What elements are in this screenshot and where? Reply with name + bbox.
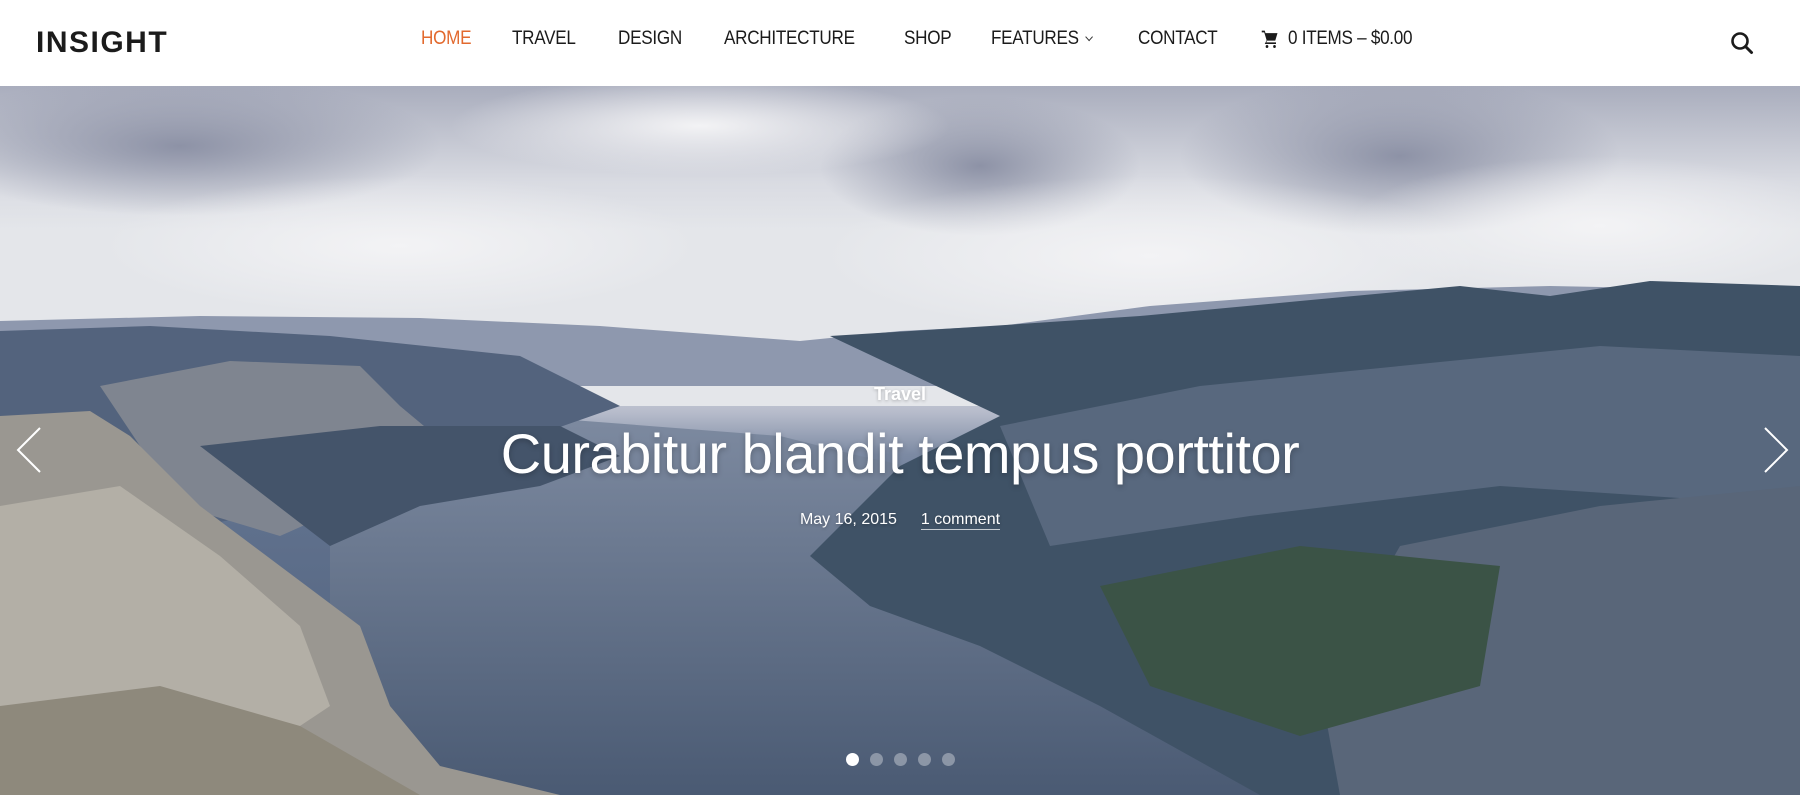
post-title[interactable]: Curabitur blandit tempus porttitor <box>0 421 1800 486</box>
nav-contact[interactable]: CONTACT <box>1138 28 1218 50</box>
hero-slider: Travel Curabitur blandit tempus porttito… <box>0 86 1800 795</box>
slide-dot-2[interactable] <box>869 753 883 766</box>
slide-content: Travel Curabitur blandit tempus porttito… <box>0 86 1800 795</box>
nav-travel[interactable]: TRAVEL <box>512 28 576 50</box>
site-header: INSIGHT HOME TRAVEL DESIGN ARCHITECTURE … <box>0 0 1800 86</box>
cart-icon <box>1262 30 1278 48</box>
slider-pagination <box>0 753 1800 766</box>
nav-home[interactable]: HOME <box>421 28 472 50</box>
next-slide-button[interactable] <box>1755 416 1795 476</box>
nav-features-label: FEATURES <box>991 28 1080 49</box>
search-icon <box>1731 32 1753 54</box>
post-meta: May 16, 2015 1 comment <box>0 511 1800 530</box>
chevron-down-icon <box>1085 32 1093 42</box>
slide-dot-4[interactable] <box>917 753 931 766</box>
search-button[interactable] <box>1729 30 1755 56</box>
cart-label: 0 ITEMS – $0.00 <box>1288 28 1413 49</box>
post-category: Travel <box>0 384 1800 405</box>
chevron-right-icon <box>1764 427 1789 473</box>
comments-link[interactable]: 1 comment <box>920 511 1001 530</box>
prev-slide-button[interactable] <box>10 416 50 476</box>
nav-architecture[interactable]: ARCHITECTURE <box>724 28 855 50</box>
post-date: May 16, 2015 <box>799 511 897 528</box>
nav-design[interactable]: DESIGN <box>618 28 682 50</box>
category-link[interactable]: Travel <box>874 384 926 404</box>
slide-dot-5[interactable] <box>941 753 955 766</box>
slide-dot-3[interactable] <box>893 753 907 766</box>
nav-shop[interactable]: SHOP <box>904 28 952 50</box>
chevron-left-icon <box>16 427 41 473</box>
cart-link[interactable]: 0 ITEMS – $0.00 <box>1261 28 1413 50</box>
nav-features[interactable]: FEATURES <box>991 28 1093 50</box>
slide-dot-1[interactable] <box>845 753 859 766</box>
main-nav: HOME TRAVEL DESIGN ARCHITECTURE SHOP FEA… <box>421 28 1464 50</box>
site-logo[interactable]: INSIGHT <box>36 26 168 60</box>
